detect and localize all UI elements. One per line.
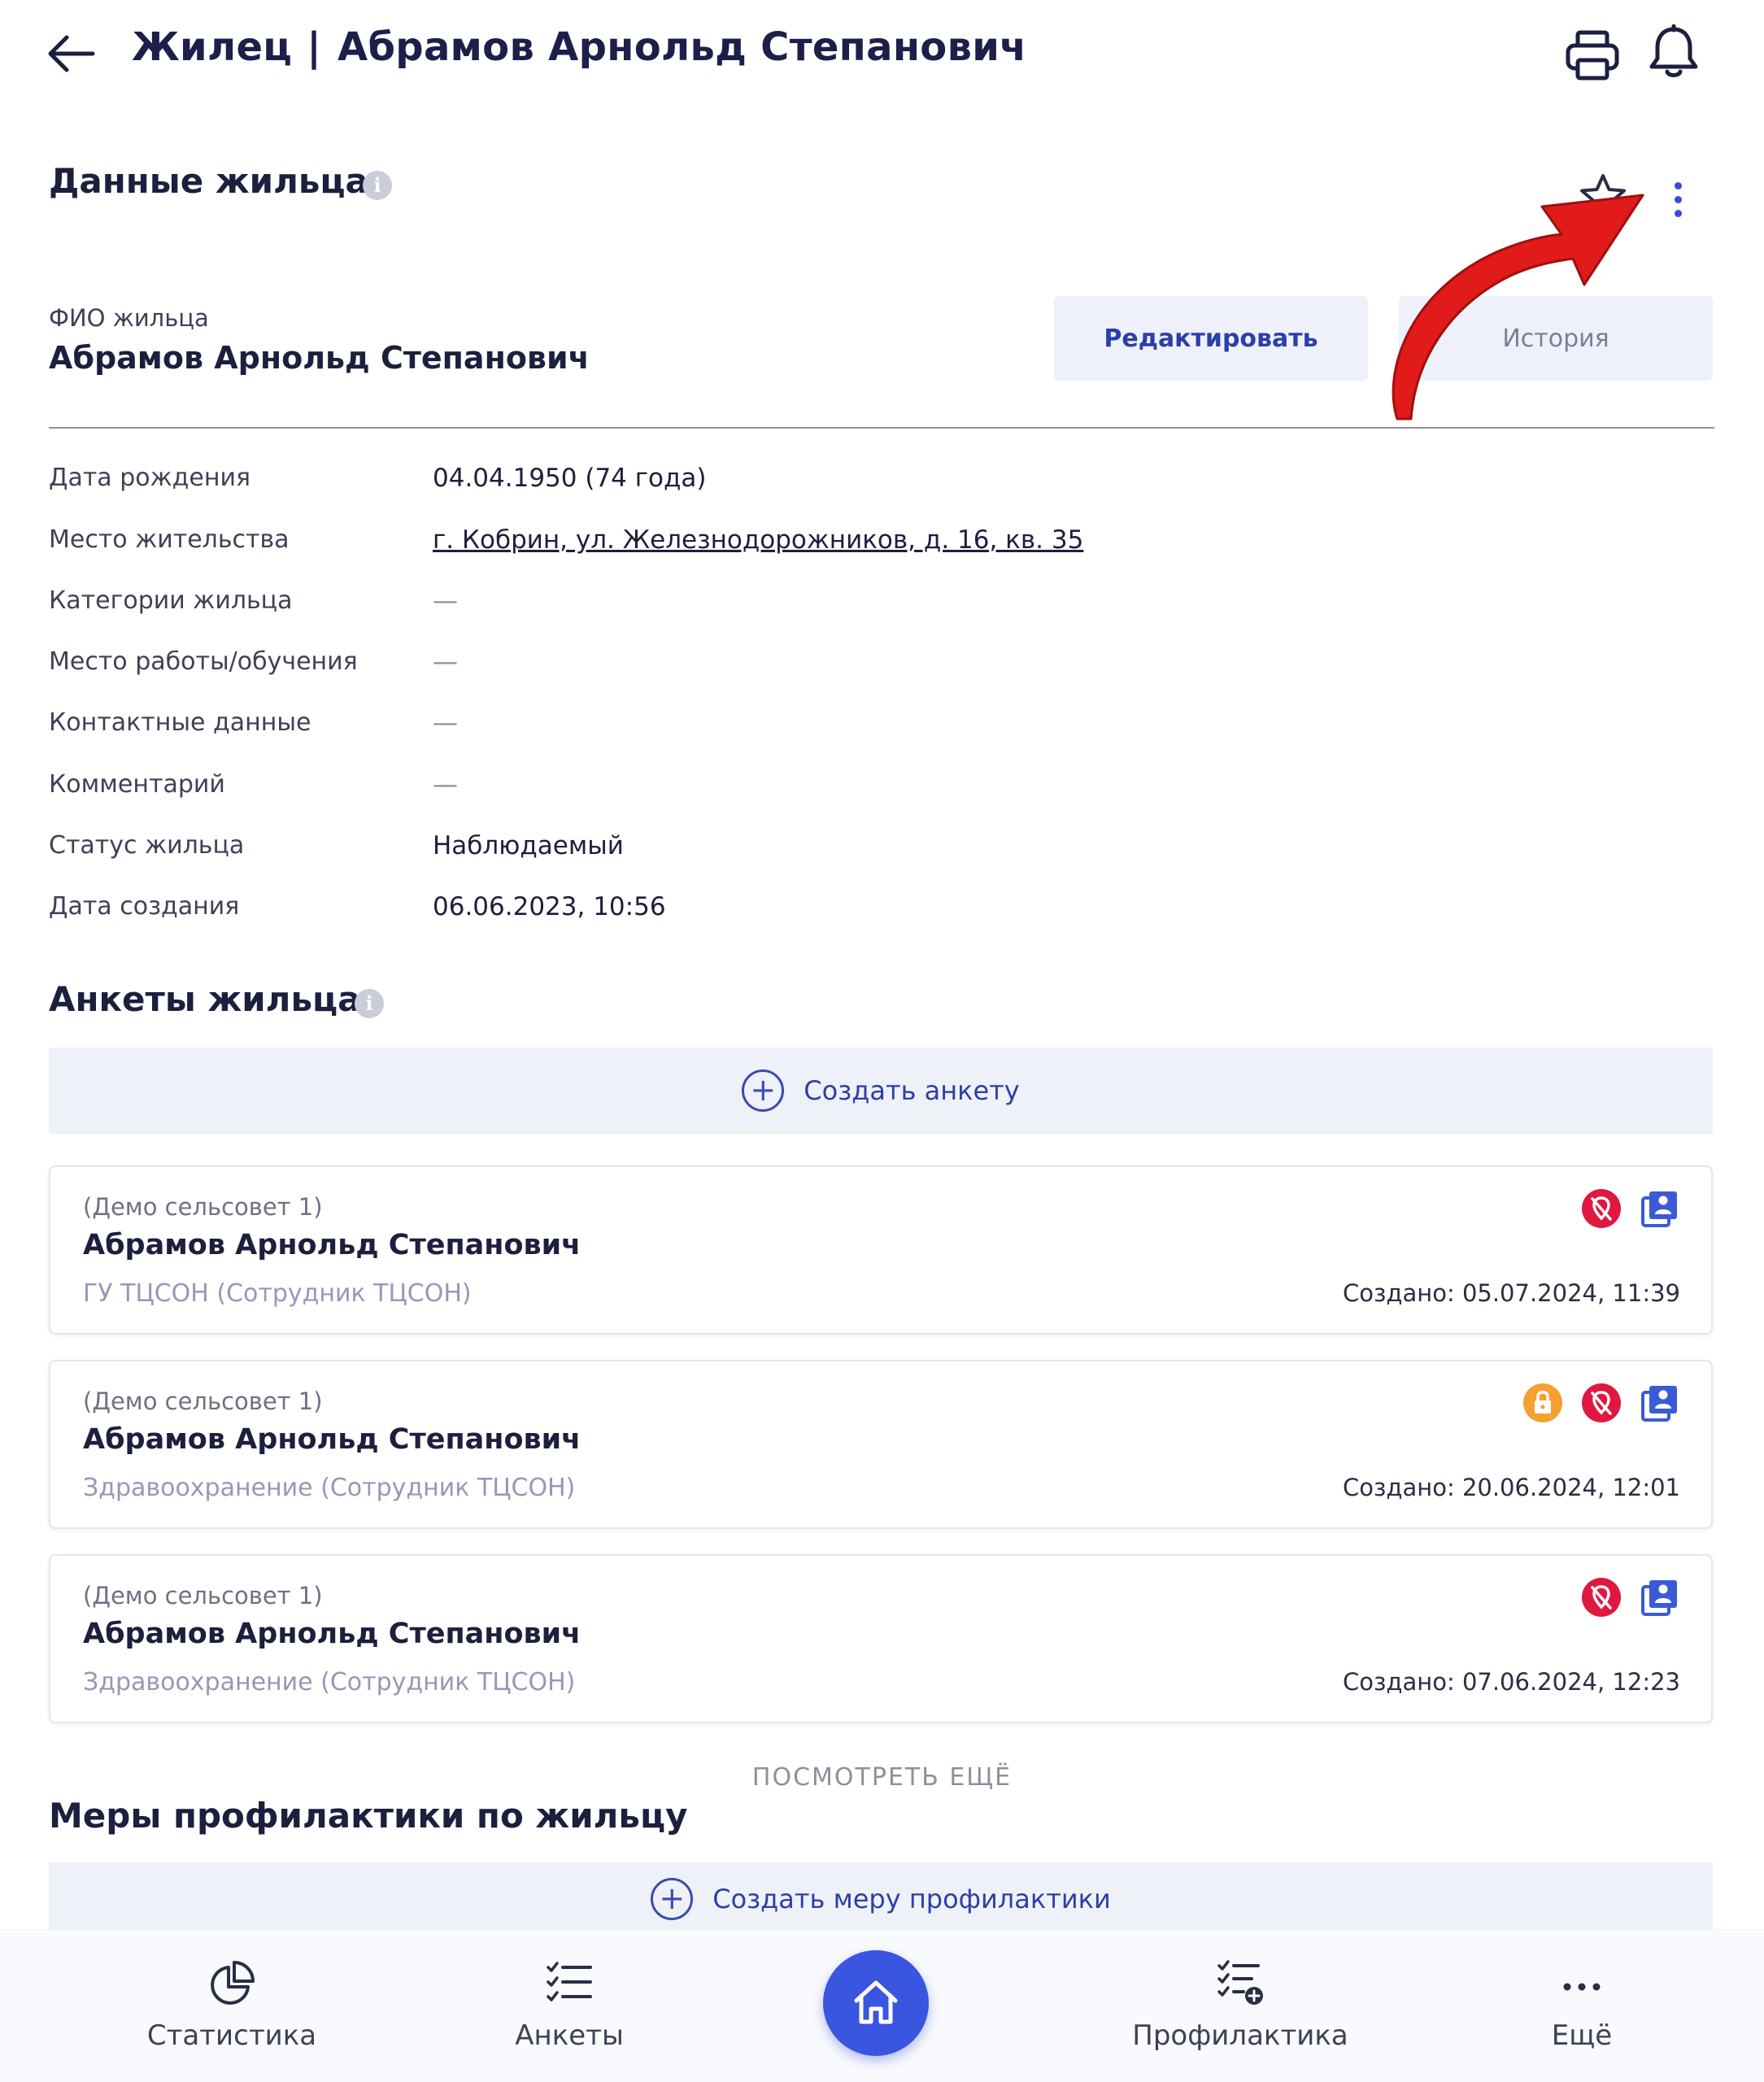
- more-horizontal-icon: [1563, 1983, 1601, 1991]
- field-contacts: Контактные данные —: [49, 708, 1708, 749]
- history-button[interactable]: История: [1399, 296, 1713, 381]
- card-resident-name: Абрамов Арнольд Степанович: [83, 1423, 581, 1456]
- prevention-title: Меры профилактики по жильцу: [49, 1796, 688, 1836]
- resident-data-title: Данные жильца: [49, 161, 368, 201]
- title-separator: |: [307, 24, 322, 70]
- no-location-icon: [1582, 1189, 1621, 1228]
- field-status: Статус жильца Наблюдаемый: [49, 831, 1708, 872]
- arrow-left-icon: [48, 35, 95, 72]
- card-icons: [1522, 1383, 1680, 1423]
- nav-questionnaires[interactable]: Анкеты: [472, 1930, 667, 2082]
- field-categories: Категории жильца —: [49, 586, 1708, 627]
- field-birth-date: Дата рождения 04.04.1950 (74 года): [49, 464, 1708, 504]
- card-organization: (Демо сельсовет 1): [83, 1582, 323, 1609]
- lock-icon: [1523, 1383, 1562, 1422]
- more-options-button[interactable]: [1664, 179, 1692, 224]
- page-section: Жилец: [132, 24, 293, 70]
- checklist-add-icon: [1217, 1960, 1263, 2005]
- questionnaire-card[interactable]: (Демо сельсовет 1) Абрамов Арнольд Степа…: [49, 1554, 1713, 1723]
- field-label: Контактные данные: [49, 708, 311, 737]
- home-icon: [854, 1980, 898, 2024]
- field-workplace: Место работы/обучения —: [49, 647, 1708, 688]
- card-created-date: Создано: 20.06.2024, 12:01: [1343, 1474, 1680, 1501]
- nav-statistics[interactable]: Статистика: [122, 1930, 342, 2082]
- nav-more-label: Ещё: [1551, 2019, 1613, 2052]
- card-resident-name: Абрамов Арнольд Степанович: [83, 1229, 581, 1261]
- nav-prevention-label: Профилактика: [1132, 2019, 1348, 2052]
- contact-book-icon: [1641, 1191, 1677, 1227]
- card-created-date: Создано: 07.06.2024, 12:23: [1343, 1668, 1680, 1696]
- field-label: Дата рождения: [49, 464, 250, 492]
- favorite-button[interactable]: [1578, 172, 1628, 221]
- page-resident-name: Абрамов Арнольд Степанович: [338, 24, 1027, 70]
- field-label: Категории жильца: [49, 586, 293, 615]
- card-department: ГУ ТЦСОН (Сотрудник ТЦСОН): [83, 1279, 472, 1308]
- field-value: 04.04.1950 (74 года): [433, 464, 707, 493]
- create-questionnaire-button[interactable]: + Создать анкету: [49, 1048, 1713, 1134]
- kebab-dot: [1674, 196, 1682, 203]
- field-label: Место работы/обучения: [49, 647, 358, 676]
- questionnaire-card[interactable]: (Демо сельсовет 1) Абрамов Арнольд Степа…: [49, 1165, 1713, 1335]
- field-label: Комментарий: [49, 770, 225, 799]
- field-label: Статус жильца: [49, 831, 245, 860]
- field-created: Дата создания 06.06.2023, 10:56: [49, 892, 1708, 933]
- field-value: —: [433, 708, 458, 738]
- fio-label: ФИО жильца: [49, 304, 209, 332]
- card-organization: (Демо сельсовет 1): [83, 1193, 323, 1221]
- no-location-icon: [1582, 1578, 1621, 1617]
- kebab-dot: [1674, 210, 1682, 217]
- card-department: Здравоохранение (Сотрудник ТЦСОН): [83, 1474, 576, 1502]
- address-link[interactable]: г. Кобрин, ул. Железнодорожников, д. 16,…: [433, 525, 1083, 555]
- card-icons: [1581, 1188, 1680, 1229]
- edit-button[interactable]: Редактировать: [1054, 296, 1368, 381]
- field-value: —: [433, 770, 458, 799]
- star-icon: [1580, 174, 1626, 217]
- back-button[interactable]: [46, 31, 98, 76]
- status-value: Наблюдаемый: [433, 831, 624, 860]
- create-prevention-button[interactable]: + Создать меру профилактики: [49, 1862, 1713, 1936]
- card-icons: [1581, 1577, 1680, 1618]
- bell-icon: [1649, 24, 1698, 77]
- plus-circle-icon: +: [742, 1069, 785, 1112]
- questionnaires-title: Анкеты жильца: [49, 979, 361, 1019]
- card-created-date: Создано: 05.07.2024, 11:39: [1343, 1279, 1680, 1307]
- field-value: 06.06.2023, 10:56: [433, 892, 666, 921]
- checklist-icon: [547, 1962, 592, 2001]
- top-bar: Жилец | Абрамов Арнольд Степанович: [0, 0, 1764, 114]
- kebab-dot: [1674, 182, 1682, 189]
- home-button[interactable]: [823, 1950, 929, 2056]
- nav-questionnaires-label: Анкеты: [515, 2019, 624, 2052]
- pie-chart-icon: [211, 1961, 255, 2005]
- divider: [49, 427, 1714, 429]
- nav-more[interactable]: Ещё: [1521, 1930, 1643, 2082]
- info-icon[interactable]: i: [363, 171, 392, 200]
- page-title: Жилец | Абрамов Арнольд Степанович: [132, 24, 1026, 70]
- contact-book-icon: [1641, 1580, 1677, 1616]
- info-icon[interactable]: i: [355, 989, 384, 1018]
- field-value: —: [433, 586, 458, 616]
- card-department: Здравоохранение (Сотрудник ТЦСОН): [83, 1668, 576, 1697]
- see-more-link[interactable]: ПОСМОТРЕТЬ ЕЩЁ: [0, 1763, 1764, 1792]
- nav-prevention[interactable]: Профилактика: [1106, 1930, 1374, 2082]
- plus-circle-icon: +: [651, 1878, 694, 1920]
- print-button[interactable]: [1565, 28, 1620, 83]
- card-organization: (Демо сельсовет 1): [83, 1387, 323, 1415]
- notifications-button[interactable]: [1646, 24, 1701, 81]
- no-location-icon: [1582, 1383, 1621, 1422]
- contact-book-icon: [1641, 1386, 1677, 1422]
- create-questionnaire-label: Создать анкету: [804, 1075, 1020, 1106]
- field-comment: Комментарий —: [49, 770, 1708, 811]
- fio-value: Абрамов Арнольд Степанович: [49, 340, 590, 376]
- create-prevention-label: Создать меру профилактики: [712, 1884, 1111, 1914]
- printer-icon: [1566, 30, 1619, 81]
- questionnaire-card[interactable]: (Демо сельсовет 1) Абрамов Арнольд Степа…: [49, 1360, 1713, 1529]
- field-label: Дата создания: [49, 892, 240, 921]
- field-address: Место жительства г. Кобрин, ул. Железнод…: [49, 525, 1708, 566]
- field-label: Место жительства: [49, 525, 290, 554]
- nav-statistics-label: Статистика: [146, 2019, 317, 2052]
- field-value: —: [433, 647, 458, 677]
- card-resident-name: Абрамов Арнольд Степанович: [83, 1618, 581, 1650]
